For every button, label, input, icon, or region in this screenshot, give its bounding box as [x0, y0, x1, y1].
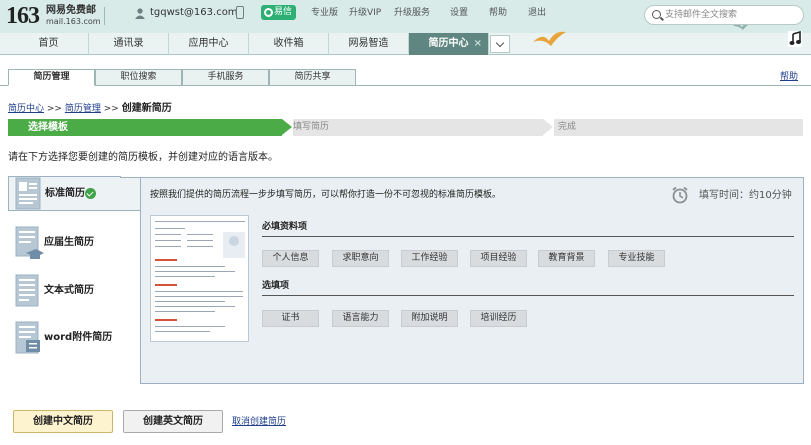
search-icon[interactable] [652, 10, 661, 19]
subtab-mobile-service[interactable]: 手机服务 [182, 69, 269, 86]
breadcrumb-separator: >> [46, 104, 62, 114]
tab-resume-center[interactable]: 简历中心 × [409, 33, 489, 55]
logo-name[interactable]: 网易免费邮 [46, 5, 96, 16]
template-detail-panel: 按照我们提供的简历流程一步步填写简历，可以帮你打造一份不可忽视的标准简历模板。 … [140, 177, 804, 384]
breadcrumb-resume-manage[interactable]: 简历管理 [65, 104, 101, 114]
nav-help[interactable]: 帮助 [489, 7, 507, 19]
divider [262, 236, 794, 237]
main-tab-bar: 首页 通讯录 应用中心 收件箱 网易智造 简历中心 × [0, 33, 811, 55]
optional-item-training: 培训经历 [470, 310, 527, 327]
logo-number[interactable]: 163 [6, 4, 40, 28]
nav-upgrade-vip[interactable]: 升级VIP [349, 7, 381, 19]
tab-resume-center-label: 简历中心 [428, 38, 469, 49]
top-bar: 163 网易免费邮 mail.163.com tgqwst@163.com 易信… [0, 0, 811, 33]
required-item-skills: 专业技能 [608, 250, 665, 267]
progress-steps: 选择模板 填写简历 完成 [8, 119, 803, 136]
logo-domain[interactable]: mail.163.com [46, 17, 101, 27]
template-word-label: word附件简历 [44, 332, 113, 343]
page-title: 创建新简历 [121, 103, 172, 114]
tab-contacts[interactable]: 通讯录 [89, 33, 169, 55]
tab-inbox[interactable]: 收件箱 [249, 33, 329, 55]
nav-logout[interactable]: 退出 [528, 7, 546, 19]
required-item-personal-info: 个人信息 [262, 250, 319, 267]
template-graduate[interactable]: 应届生简历 [8, 226, 120, 262]
required-item-work-experience: 工作经验 [401, 250, 458, 267]
user-icon [135, 8, 145, 19]
optional-item-language: 语言能力 [332, 310, 389, 327]
photo-placeholder-icon [223, 232, 245, 258]
divider [104, 7, 105, 25]
yixin-label: 易信 [274, 7, 293, 17]
text-resume-icon [15, 274, 39, 307]
optional-section-title: 选填项 [262, 281, 290, 291]
template-description: 按照我们提供的简历流程一步步填写简历，可以帮你打造一份不可忽视的标准简历模板。 [150, 190, 502, 200]
step-fill-resume-label: 填写简历 [293, 122, 330, 132]
template-text-label: 文本式简历 [44, 285, 94, 296]
fill-time: 填写时间：约10分钟 [699, 190, 792, 201]
standard-resume-icon [14, 177, 44, 210]
required-section-title: 必填资料项 [262, 222, 308, 232]
tab-home[interactable]: 首页 [9, 33, 89, 55]
required-item-project-experience: 项目经验 [470, 250, 527, 267]
yixin-button[interactable]: 易信 [261, 5, 296, 20]
create-english-resume-button[interactable]: 创建英文简历 [123, 410, 223, 433]
word-resume-icon [15, 321, 40, 354]
subtab-resume-share[interactable]: 简历共享 [269, 69, 356, 86]
phone-icon[interactable] [236, 6, 244, 19]
template-graduate-label: 应届生简历 [44, 237, 94, 248]
step-complete-label: 完成 [558, 122, 577, 132]
alarm-clock-icon [672, 186, 688, 204]
graduate-resume-icon [15, 226, 44, 259]
breadcrumb: 简历中心 >> 简历管理 >> 创建新简历 [8, 103, 172, 115]
intro-text: 请在下方选择您要创建的简历模板，并创建对应的语言版本。 [8, 152, 278, 163]
breadcrumb-separator: >> [103, 104, 119, 114]
cancel-create-link[interactable]: 取消创建简历 [232, 416, 286, 428]
subtab-resume-manage[interactable]: 简历管理 [8, 69, 95, 86]
tab-app-center[interactable]: 应用中心 [169, 33, 249, 55]
subtab-job-search[interactable]: 职位搜索 [95, 69, 182, 86]
help-link[interactable]: 帮助 [780, 71, 798, 83]
panel-connector [120, 177, 141, 211]
more-tabs-button[interactable] [490, 35, 510, 53]
step-complete: 完成 [554, 119, 803, 136]
template-preview-thumbnail[interactable] [150, 215, 249, 342]
user-email[interactable]: tgqwst@163.com [150, 7, 238, 19]
create-chinese-resume-button[interactable]: 创建中文简历 [13, 410, 113, 433]
music-icon[interactable] [788, 31, 802, 47]
close-icon[interactable]: × [474, 33, 482, 55]
bird-decoration-icon [533, 31, 566, 46]
chevron-down-icon [495, 38, 505, 48]
template-standard[interactable]: 标准简历 [8, 176, 121, 211]
step-arrow [543, 119, 553, 135]
step-arrow [282, 119, 292, 135]
breadcrumb-resume-center[interactable]: 简历中心 [8, 104, 44, 114]
template-text[interactable]: 文本式简历 [8, 274, 120, 308]
nav-upgrade-service[interactable]: 升级服务 [394, 7, 430, 19]
template-word[interactable]: word附件简历 [8, 321, 120, 355]
required-item-job-intention: 求职意向 [332, 250, 389, 267]
nav-settings[interactable]: 设置 [450, 7, 468, 19]
tab-netease-maker[interactable]: 网易智造 [329, 33, 409, 55]
step-fill-resume: 填写简历 [293, 119, 543, 136]
search-input[interactable]: 支持邮件全文搜索 [665, 9, 737, 21]
required-item-education: 教育背景 [538, 250, 595, 267]
check-icon [85, 188, 96, 199]
step-select-template: 选择模板 [8, 119, 282, 136]
search-box[interactable]: 支持邮件全文搜索 [644, 5, 804, 25]
nav-pro[interactable]: 专业版 [311, 7, 338, 19]
divider [262, 295, 794, 296]
optional-item-certificates: 证书 [262, 310, 319, 327]
optional-item-additional-notes: 附加说明 [401, 310, 458, 327]
yixin-icon [264, 8, 273, 17]
template-standard-label: 标准简历 [45, 188, 85, 199]
